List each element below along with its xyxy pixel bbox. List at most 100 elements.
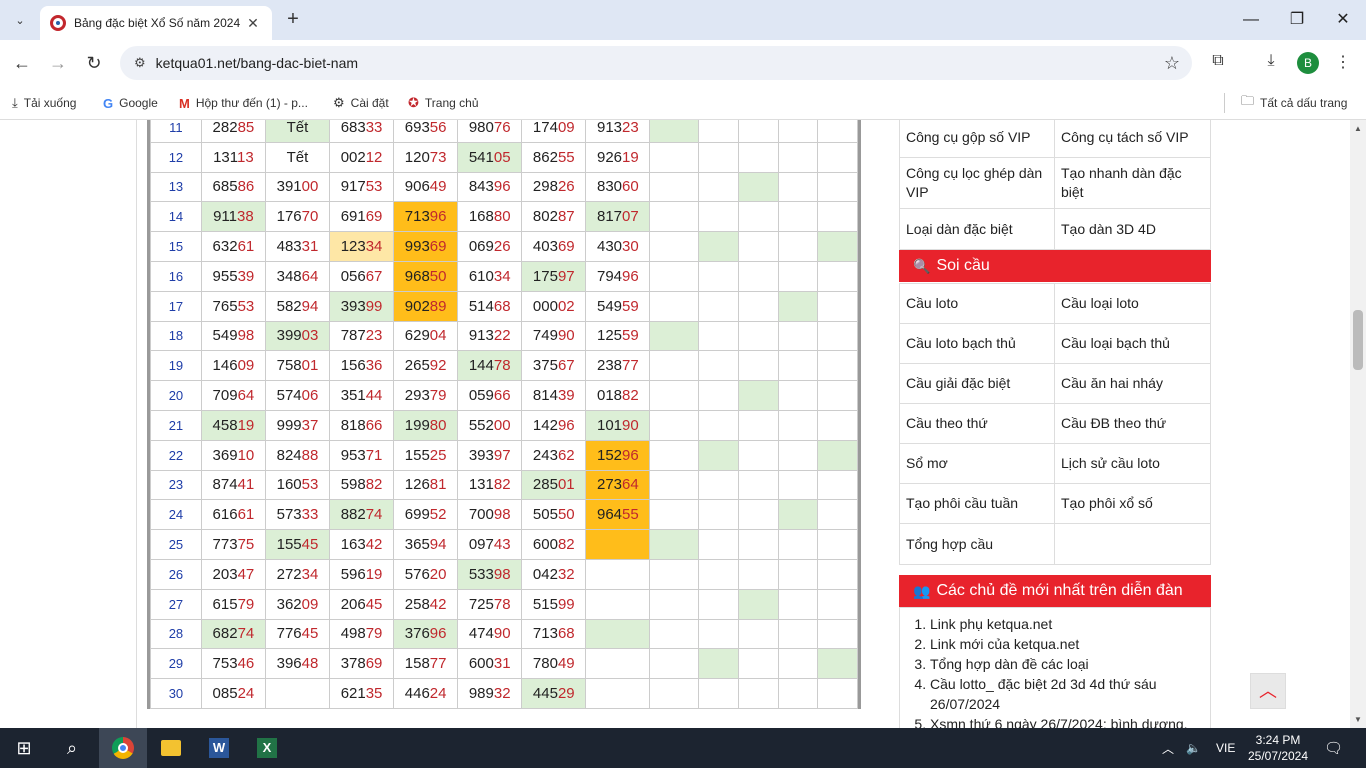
prize-number: 91138: [213, 208, 254, 226]
forum-topic-link[interactable]: Tổng hợp dàn đề các loại: [930, 654, 1202, 674]
scroll-up-icon[interactable]: ▲: [1353, 124, 1363, 133]
close-window-icon[interactable]: ✕: [1328, 8, 1358, 32]
stat-cell: [737, 409, 779, 441]
prize-cell: 12334: [329, 231, 395, 262]
prize-cell: 15296: [585, 439, 651, 471]
link-row: Cầu loto bạch thủ Cầu loại bạch thủ: [900, 324, 1210, 364]
sidebar-link[interactable]: Cầu loại bạch thủ: [1055, 324, 1210, 363]
prize-number: 10190: [597, 416, 639, 434]
back-icon[interactable]: ←: [9, 50, 35, 76]
browser-tab[interactable]: Bảng đặc biệt Xổ Số năm 2024 ✕: [40, 6, 272, 40]
scroll-thumb[interactable]: [1353, 310, 1363, 370]
extensions-icon[interactable]: ⧉: [1206, 52, 1230, 76]
sidebar-link[interactable]: Cầu loại loto: [1055, 284, 1210, 323]
sidebar-link[interactable]: Tổng hợp cầu: [900, 524, 1055, 564]
bookmark-item[interactable]: ✪ Trang chủ: [408, 93, 479, 113]
sidebar-link[interactable]: Lịch sử cầu loto: [1055, 444, 1210, 483]
notifications-icon[interactable]: 🗨: [1324, 728, 1343, 768]
search-icon[interactable]: ⌕: [48, 728, 96, 768]
profile-avatar[interactable]: B: [1297, 52, 1319, 74]
menu-kebab-icon[interactable]: ⋮: [1331, 52, 1355, 76]
forum-topic-link[interactable]: Link phụ ketqua.net: [930, 614, 1202, 634]
prize-cell: 36910: [200, 439, 266, 471]
forum-topic-link[interactable]: Xsmn thứ 6 ngày 26/7/2024: bình dương,: [930, 714, 1202, 728]
sidebar-link[interactable]: Tạo nhanh dàn đặc biệt: [1055, 158, 1210, 208]
last-two-digits: 02: [557, 297, 575, 315]
downloads-icon[interactable]: ⤓: [1259, 52, 1283, 76]
volume-muted-icon[interactable]: 🔈: [1186, 728, 1201, 768]
stat-cell: [698, 120, 739, 143]
all-bookmarks[interactable]: 🗀 Tất cả dấu trang: [1224, 93, 1347, 113]
sidebar-link[interactable]: Loại dàn đặc biệt: [900, 209, 1055, 249]
last-two-digits: 09: [557, 120, 575, 136]
users-icon: 👥: [913, 582, 931, 599]
results-pane: 11 28285 Tết 68333 69356 98076 17409 91323 12 131…: [136, 120, 864, 728]
sidebar-link[interactable]: Cầu theo thứ: [900, 404, 1055, 443]
prize-cell: 51599: [521, 588, 587, 620]
reload-icon[interactable]: ↻: [81, 50, 107, 76]
stat-cell: [777, 350, 819, 382]
folder-icon: 🗀: [1241, 93, 1255, 108]
page-scrollbar[interactable]: ▲ ▼: [1350, 120, 1366, 728]
prize-cell: 00002: [521, 290, 587, 322]
stat-cell: [649, 231, 700, 262]
sidebar-link[interactable]: Tạo phôi xổ số: [1055, 484, 1210, 523]
prize-number: 60082: [532, 536, 575, 554]
browser-tab-strip: ⌄ Bảng đặc biệt Xổ Số năm 2024 ✕ + — ❐ ✕: [0, 0, 1366, 40]
sidebar-link[interactable]: Công cụ gộp số VIP: [900, 120, 1055, 157]
prize-cell: 17670: [264, 201, 331, 233]
new-tab-icon[interactable]: +: [282, 8, 304, 32]
sidebar-link[interactable]: Công cụ tách số VIP: [1055, 120, 1210, 157]
sidebar-link[interactable]: Cầu giải đặc biệt: [900, 364, 1055, 403]
stat-cell: [737, 678, 779, 709]
prize-number: 70964: [212, 387, 255, 405]
forum-topic-link[interactable]: Link mới của ketqua.net: [930, 634, 1202, 654]
sidebar-link[interactable]: Cầu loto bạch thủ: [900, 324, 1055, 363]
prize-cell: 70098: [457, 499, 523, 531]
language-indicator[interactable]: VIE: [1216, 728, 1235, 768]
table-row: 27 61579 36209 20645 25842 72578 51599: [150, 588, 858, 620]
forum-topic-link[interactable]: Cầu lotto_ đặc biệt 2d 3d 4d thứ sáu 26/…: [930, 674, 1202, 714]
chrome-taskbar-icon[interactable]: [99, 728, 147, 768]
tab-close-icon[interactable]: ✕: [244, 15, 262, 32]
last-two-digits: 78: [493, 595, 511, 613]
forward-icon[interactable]: →: [45, 50, 71, 76]
word-icon[interactable]: W: [195, 728, 243, 768]
table-row: 30 08524 62135 44624 98932 44529: [150, 678, 858, 709]
file-explorer-icon[interactable]: [147, 728, 195, 768]
prize-number: 19980: [404, 416, 447, 434]
bookmark-item[interactable]: M Hộp thư đến (1) - p...: [179, 93, 308, 113]
bookmark-item[interactable]: ⚙ Cài đặt: [333, 93, 389, 113]
day-cell: 22: [150, 439, 202, 471]
bookmark-item[interactable]: G Google: [103, 93, 158, 113]
sidebar-link[interactable]: Công cụ lọc ghép dàn VIP: [900, 158, 1055, 208]
sidebar-link[interactable]: Cầu loto: [900, 284, 1055, 323]
stat-cell: [817, 618, 858, 650]
excel-icon[interactable]: X: [243, 728, 291, 768]
tab-search-icon[interactable]: ⌄: [8, 8, 32, 32]
prize-number: Tết: [286, 120, 309, 136]
sidebar-link[interactable]: Sổ mơ: [900, 444, 1055, 483]
restore-icon[interactable]: ❐: [1282, 8, 1312, 32]
sidebar-link[interactable]: Cầu ăn hai nháy: [1055, 364, 1210, 403]
prize-cell: 57620: [393, 558, 459, 590]
minimize-icon[interactable]: —: [1236, 8, 1266, 32]
bookmark-item[interactable]: ⤓ Tải xuống: [12, 93, 76, 113]
bookmark-star-icon[interactable]: ☆: [1164, 53, 1180, 74]
sidebar-link[interactable]: Tạo phôi cầu tuần: [900, 484, 1055, 523]
tray-chevron-icon[interactable]: ︿: [1162, 728, 1174, 768]
site-info-icon[interactable]: ⚙: [134, 55, 146, 71]
back-to-top-button[interactable]: ︿: [1250, 673, 1286, 709]
taskbar-clock[interactable]: 3:24 PM 25/07/2024: [1238, 732, 1318, 764]
last-two-digits: 30: [622, 238, 639, 256]
sidebar-link[interactable]: Tạo dàn 3D 4D: [1055, 209, 1210, 249]
last-two-digits: 71: [365, 446, 383, 464]
last-two-digits: 62: [557, 446, 575, 464]
bookmark-label: Trang chủ: [424, 96, 479, 110]
last-two-digits: 60: [622, 178, 639, 196]
url-text[interactable]: ketqua01.net/bang-dac-biet-nam: [156, 55, 358, 71]
scroll-down-icon[interactable]: ▼: [1353, 715, 1363, 724]
windows-start-icon[interactable]: ⊞: [0, 728, 48, 768]
sidebar-link[interactable]: Cầu ĐB theo thứ: [1055, 404, 1210, 443]
address-bar[interactable]: ⚙ ketqua01.net/bang-dac-biet-nam ☆: [120, 46, 1192, 80]
